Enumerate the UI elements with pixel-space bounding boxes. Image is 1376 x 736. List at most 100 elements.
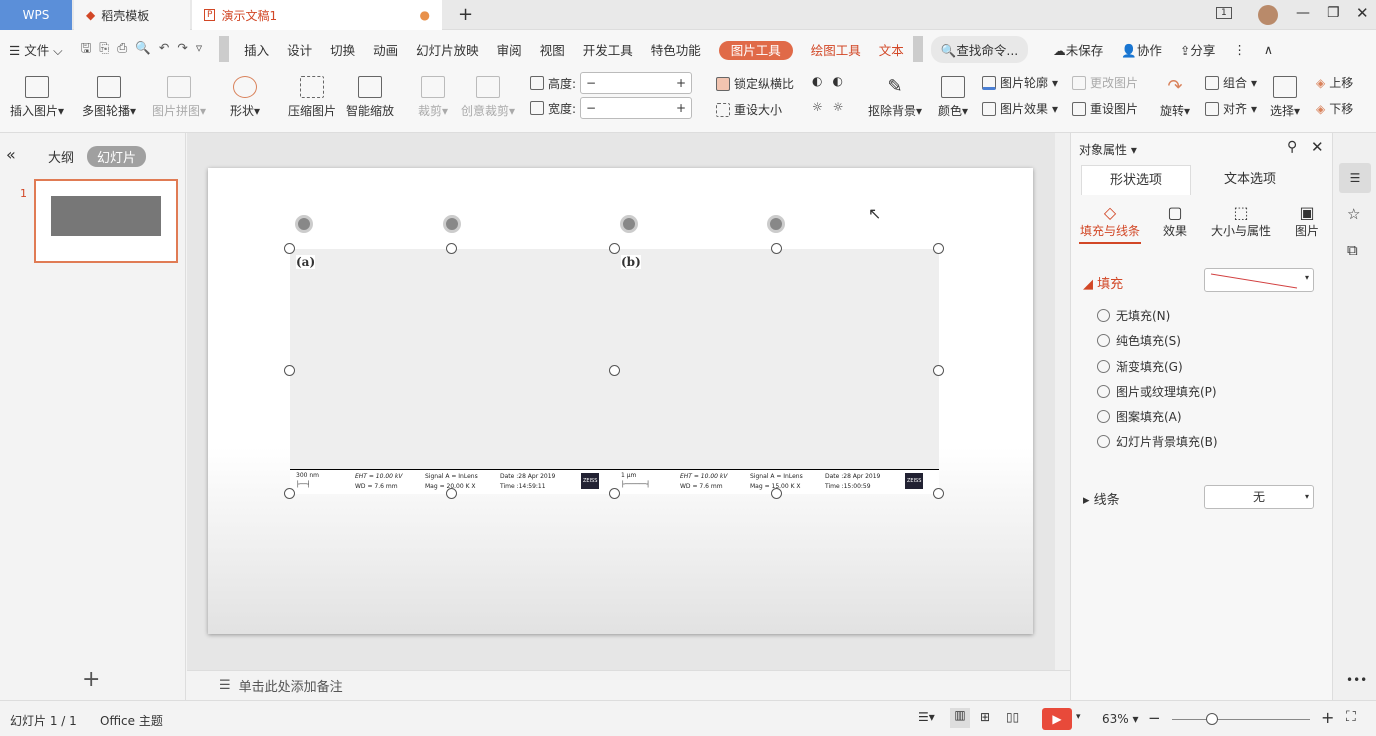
radio-solid-fill[interactable]: 纯色填充(S) [1097,332,1181,349]
resize-handle[interactable] [771,243,782,254]
slideshow-dropdown[interactable]: ▾ [1076,712,1081,722]
animation-icon[interactable]: ☆ [1347,205,1360,223]
notes-toggle-icon[interactable]: ☰▾ [918,710,935,724]
multi-carousel-button[interactable]: 多图轮播▾ [82,76,136,119]
tab-text-tools[interactable]: 文本 [870,40,913,59]
resize-handle[interactable] [933,488,944,499]
close-button[interactable]: ✕ [1356,4,1369,22]
resize-handle[interactable] [933,243,944,254]
properties-icon[interactable]: ☰ [1339,163,1371,193]
brightness-buttons[interactable]: ☼☼ [812,100,854,114]
tab-docer-templates[interactable]: ◆ 稻壳模板 [74,0,190,30]
tab-drawing-tools[interactable]: 绘图工具 [802,40,870,59]
play-slideshow-button[interactable]: ▶ [1042,708,1072,730]
more-options-icon[interactable]: ••• [1346,673,1367,687]
resize-handle[interactable] [446,488,457,499]
tab-wps[interactable]: WPS [0,0,72,30]
align-button[interactable]: 对齐 ▾ [1205,100,1257,117]
rotate-handle[interactable] [620,215,638,233]
more-icon[interactable]: ⋮ [1224,42,1255,57]
crop-button[interactable]: 裁剪▾ [418,76,448,119]
group-button[interactable]: 组合 ▾ [1205,74,1257,91]
reset-picture-button[interactable]: 重设图片 [1072,100,1138,117]
pin-icon[interactable]: ⚲ [1287,139,1297,155]
menu-design[interactable]: 设计 [278,40,321,59]
resize-handle[interactable] [284,365,295,376]
scroll-left-button[interactable] [219,36,230,62]
menu-review[interactable]: 审阅 [488,40,531,59]
avatar[interactable] [1258,5,1278,25]
color-button[interactable]: 颜色▾ [938,76,968,119]
radio-no-fill[interactable]: 无填充(N) [1097,307,1170,324]
send-backward-button[interactable]: ◈ 下移 [1316,100,1353,117]
normal-view-icon[interactable]: ▥ [950,708,970,728]
rotate-button[interactable]: ↷ 旋转▾ [1160,76,1190,119]
tab-shape-options[interactable]: 形状选项 [1081,165,1191,195]
transition-icon[interactable]: ⧉ [1347,241,1358,259]
subtab-size-properties[interactable]: ⬚ 大小与属性 [1199,203,1283,239]
resize-handle[interactable] [609,243,620,254]
radio-picture-fill[interactable]: 图片或纹理填充(P) [1097,383,1217,400]
pane-title[interactable]: 对象属性 ▾ [1079,141,1137,158]
width-input[interactable]: − + [580,97,693,119]
menu-features[interactable]: 特色功能 [642,40,710,59]
close-pane-button[interactable]: ✕ [1311,138,1324,156]
restore-button[interactable]: ❐ [1327,5,1340,21]
sem-image-a[interactable]: (a) 300 nm ├──┤ EHT = 10.00 kV WD = 7.6 mm… [290,249,615,494]
bring-forward-button[interactable]: ◈ 上移 [1316,74,1353,91]
menu-insert[interactable]: 插入 [235,40,278,59]
zoom-slider-thumb[interactable] [1206,713,1218,725]
picture-outline-button[interactable]: 图片轮廓 ▾ [982,74,1058,91]
radio-gradient-fill[interactable]: 渐变填充(G) [1097,358,1183,375]
sem-image-b[interactable]: (b) 1 μm ├──────┤ EHT = 10.00 kV WD = 7.6 … [615,249,939,494]
radio-slide-bg-fill[interactable]: 幻灯片背景填充(B) [1097,433,1218,450]
tab-slides[interactable]: 幻灯片 [87,146,147,167]
resize-handle[interactable] [609,365,620,376]
line-dropdown[interactable]: 无 ▾ [1204,485,1314,509]
zoom-level[interactable]: 63% ▾ [1102,712,1139,726]
picture-effects-button[interactable]: 图片效果 ▾ [982,100,1058,117]
resize-handle[interactable] [771,488,782,499]
search-command-input[interactable]: 🔍查找命令... [930,35,1029,63]
subtab-picture[interactable]: ▣ 图片 [1285,203,1329,239]
fit-window-icon[interactable]: ⛶ [1346,709,1356,725]
scroll-right-button[interactable] [912,36,923,62]
select-button[interactable]: 选择▾ [1270,76,1300,119]
quick-access-toolbar[interactable]: 🖫⎘⎙🔍↶↷▿ [72,39,219,60]
menu-slideshow[interactable]: 幻灯片放映 [407,40,488,59]
lock-ratio-checkbox[interactable]: 锁定纵横比 [716,75,794,92]
share-button[interactable]: ⇪分享 [1171,40,1225,59]
zoom-slider[interactable] [1172,719,1310,720]
window-count-icon[interactable]: 1 [1216,7,1232,19]
brightness-contrast-buttons[interactable]: ◐◐ [812,74,853,88]
vertical-scrollbar[interactable] [1055,133,1070,670]
subtab-effects[interactable]: ▢ 效果 [1155,203,1195,239]
change-picture-button[interactable]: 更改图片 [1072,74,1138,91]
resize-handle[interactable] [446,243,457,254]
remove-background-button[interactable]: ✎ 抠除背景▾ [868,76,922,119]
reading-view-icon[interactable]: ▯▯ [1006,710,1019,724]
notes-bar[interactable]: ☰ 单击此处添加备注 [187,670,1070,700]
height-input[interactable]: − + [580,72,693,94]
theme-name[interactable]: Office 主题 [100,712,163,729]
collapse-ribbon-icon[interactable]: ∧ [1255,42,1282,57]
tab-outline[interactable]: 大纲 [48,147,74,166]
resize-handle[interactable] [933,365,944,376]
rotate-handle[interactable] [295,215,313,233]
slide-thumbnail[interactable] [34,179,178,263]
menu-animation[interactable]: 动画 [364,40,407,59]
reset-size-button[interactable]: 重设大小 [716,101,782,118]
resize-handle[interactable] [284,488,295,499]
collab-button[interactable]: 👤协作 [1112,40,1171,59]
smart-zoom-button[interactable]: 智能缩放 [346,76,394,119]
collapse-panel-icon[interactable]: « [6,145,16,164]
resize-handle[interactable] [609,488,620,499]
zoom-in-button[interactable]: + [1321,708,1334,727]
slide-sorter-icon[interactable]: ⊞ [980,710,990,724]
tab-picture-tools[interactable]: 图片工具 [718,40,793,60]
rotate-handle[interactable] [767,215,785,233]
insert-picture-button[interactable]: 插入图片▾ [10,76,64,119]
unsaved-button[interactable]: ☁未保存 [1044,40,1112,59]
zoom-out-button[interactable]: − [1148,709,1161,727]
line-section-toggle[interactable]: ▸ 线条 [1083,489,1120,508]
